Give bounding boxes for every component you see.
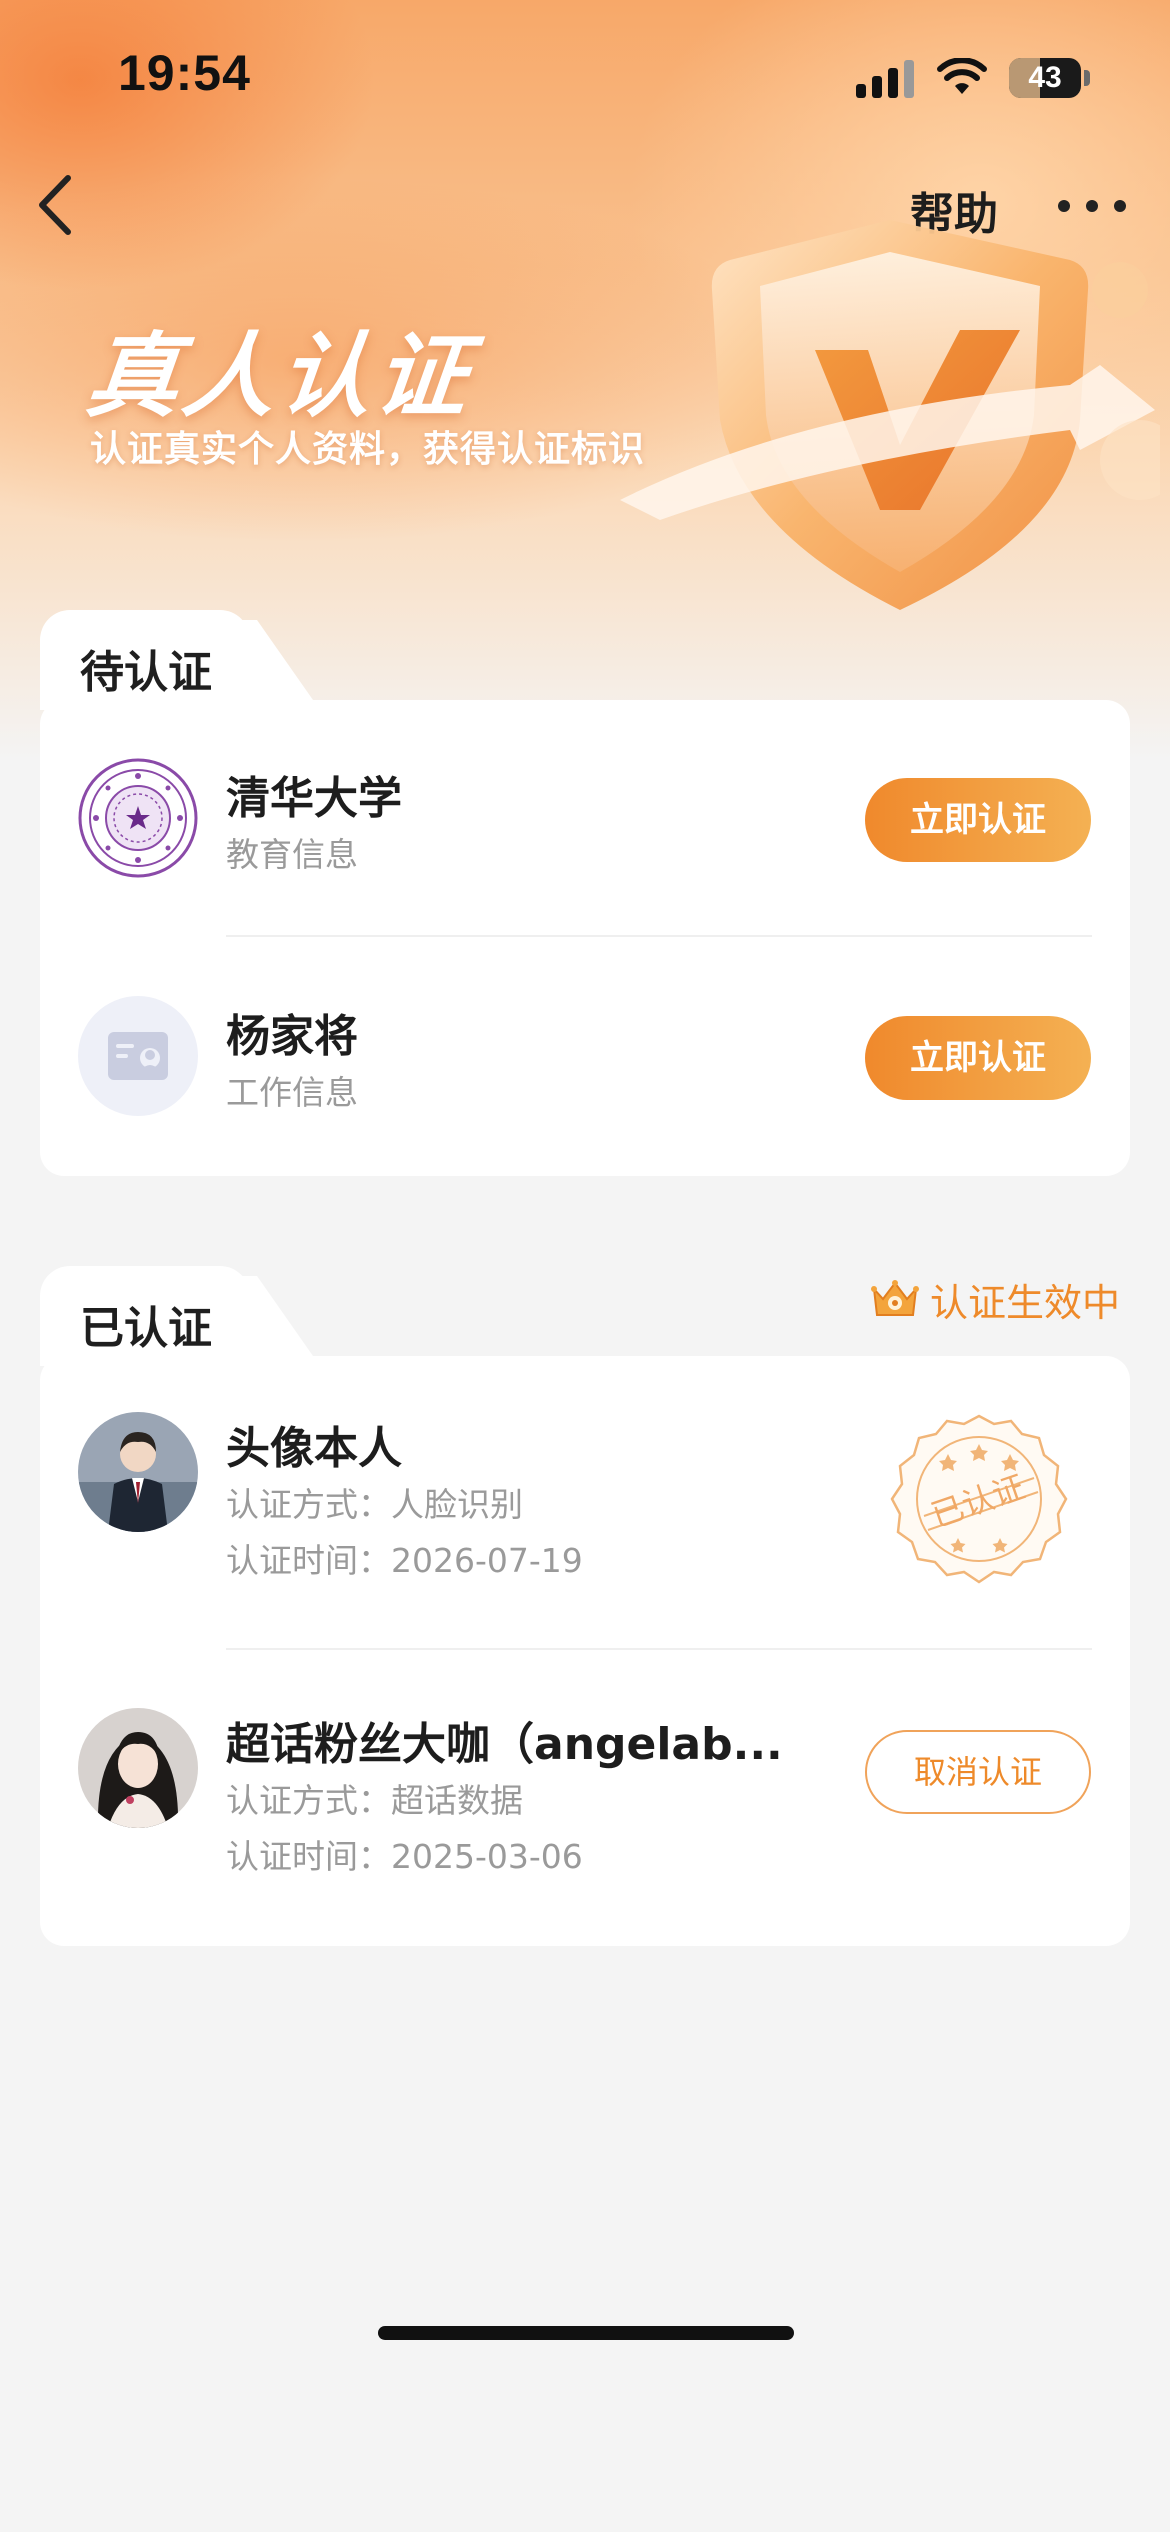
shield-check-icon bbox=[620, 220, 1160, 610]
verify-now-button[interactable]: 立即认证 bbox=[865, 1016, 1091, 1100]
verified-card: 头像本人 认证方式：人脸识别 认证时间：2026-07-19 已认证 超话粉丝大… bbox=[40, 1356, 1130, 1946]
page-title: 真人认证 bbox=[81, 323, 477, 430]
home-indicator[interactable] bbox=[378, 2326, 794, 2340]
wifi-icon bbox=[937, 58, 987, 94]
verify-now-button[interactable]: 立即认证 bbox=[865, 778, 1091, 862]
battery-indicator: 43 bbox=[1009, 58, 1081, 98]
item-title: 杨家将 bbox=[226, 1011, 358, 1062]
avatar bbox=[78, 1412, 198, 1532]
item-title: 清华大学 bbox=[226, 773, 402, 824]
avatar bbox=[78, 1708, 198, 1828]
page-subtitle: 认证真实个人资料，获得认证标识 bbox=[90, 429, 646, 470]
university-seal-icon bbox=[78, 758, 198, 878]
verification-method: 认证方式：人脸识别 bbox=[226, 1485, 523, 1524]
id-card-icon bbox=[78, 996, 198, 1116]
list-item: 超话粉丝大咖（angelab... 认证方式：超话数据 认证时间：2025-03… bbox=[40, 1650, 1130, 1944]
tab-verified: 已认证 bbox=[40, 1266, 250, 1366]
item-subtitle: 工作信息 bbox=[226, 1073, 358, 1112]
battery-tip bbox=[1084, 70, 1090, 86]
verification-time: 认证时间：2025-03-06 bbox=[226, 1837, 583, 1876]
verified-section-title: 已认证 bbox=[80, 1303, 212, 1354]
item-subtitle: 教育信息 bbox=[226, 835, 358, 874]
tab-pending: 待认证 bbox=[40, 610, 250, 710]
divider bbox=[226, 935, 1092, 937]
verified-stamp: 已认证 bbox=[890, 1414, 1068, 1584]
verification-time: 认证时间：2026-07-19 bbox=[226, 1541, 583, 1580]
verification-active-badge: 认证生效中 bbox=[868, 1274, 1121, 1325]
status-time: 19:54 bbox=[118, 45, 251, 101]
item-title: 头像本人 bbox=[226, 1423, 402, 1474]
verification-method: 认证方式：超话数据 bbox=[226, 1781, 523, 1820]
cellular-signal-icon bbox=[856, 60, 914, 98]
item-title: 超话粉丝大咖（angelab... bbox=[226, 1719, 783, 1770]
cancel-verification-button[interactable]: 取消认证 bbox=[865, 1730, 1091, 1814]
verification-active-label: 认证生效中 bbox=[930, 1280, 1121, 1325]
list-item: 清华大学 教育信息 立即认证 bbox=[40, 700, 1130, 936]
pending-section-title: 待认证 bbox=[80, 647, 212, 698]
list-item: 杨家将 工作信息 立即认证 bbox=[40, 938, 1130, 1174]
crown-icon bbox=[871, 1280, 919, 1316]
battery-level: 43 bbox=[1028, 61, 1062, 94]
list-item: 头像本人 认证方式：人脸识别 认证时间：2026-07-19 已认证 bbox=[40, 1356, 1130, 1648]
pending-card: 清华大学 教育信息 立即认证 杨家将 工作信息 立即认证 bbox=[40, 700, 1130, 1176]
back-button[interactable] bbox=[30, 170, 80, 240]
